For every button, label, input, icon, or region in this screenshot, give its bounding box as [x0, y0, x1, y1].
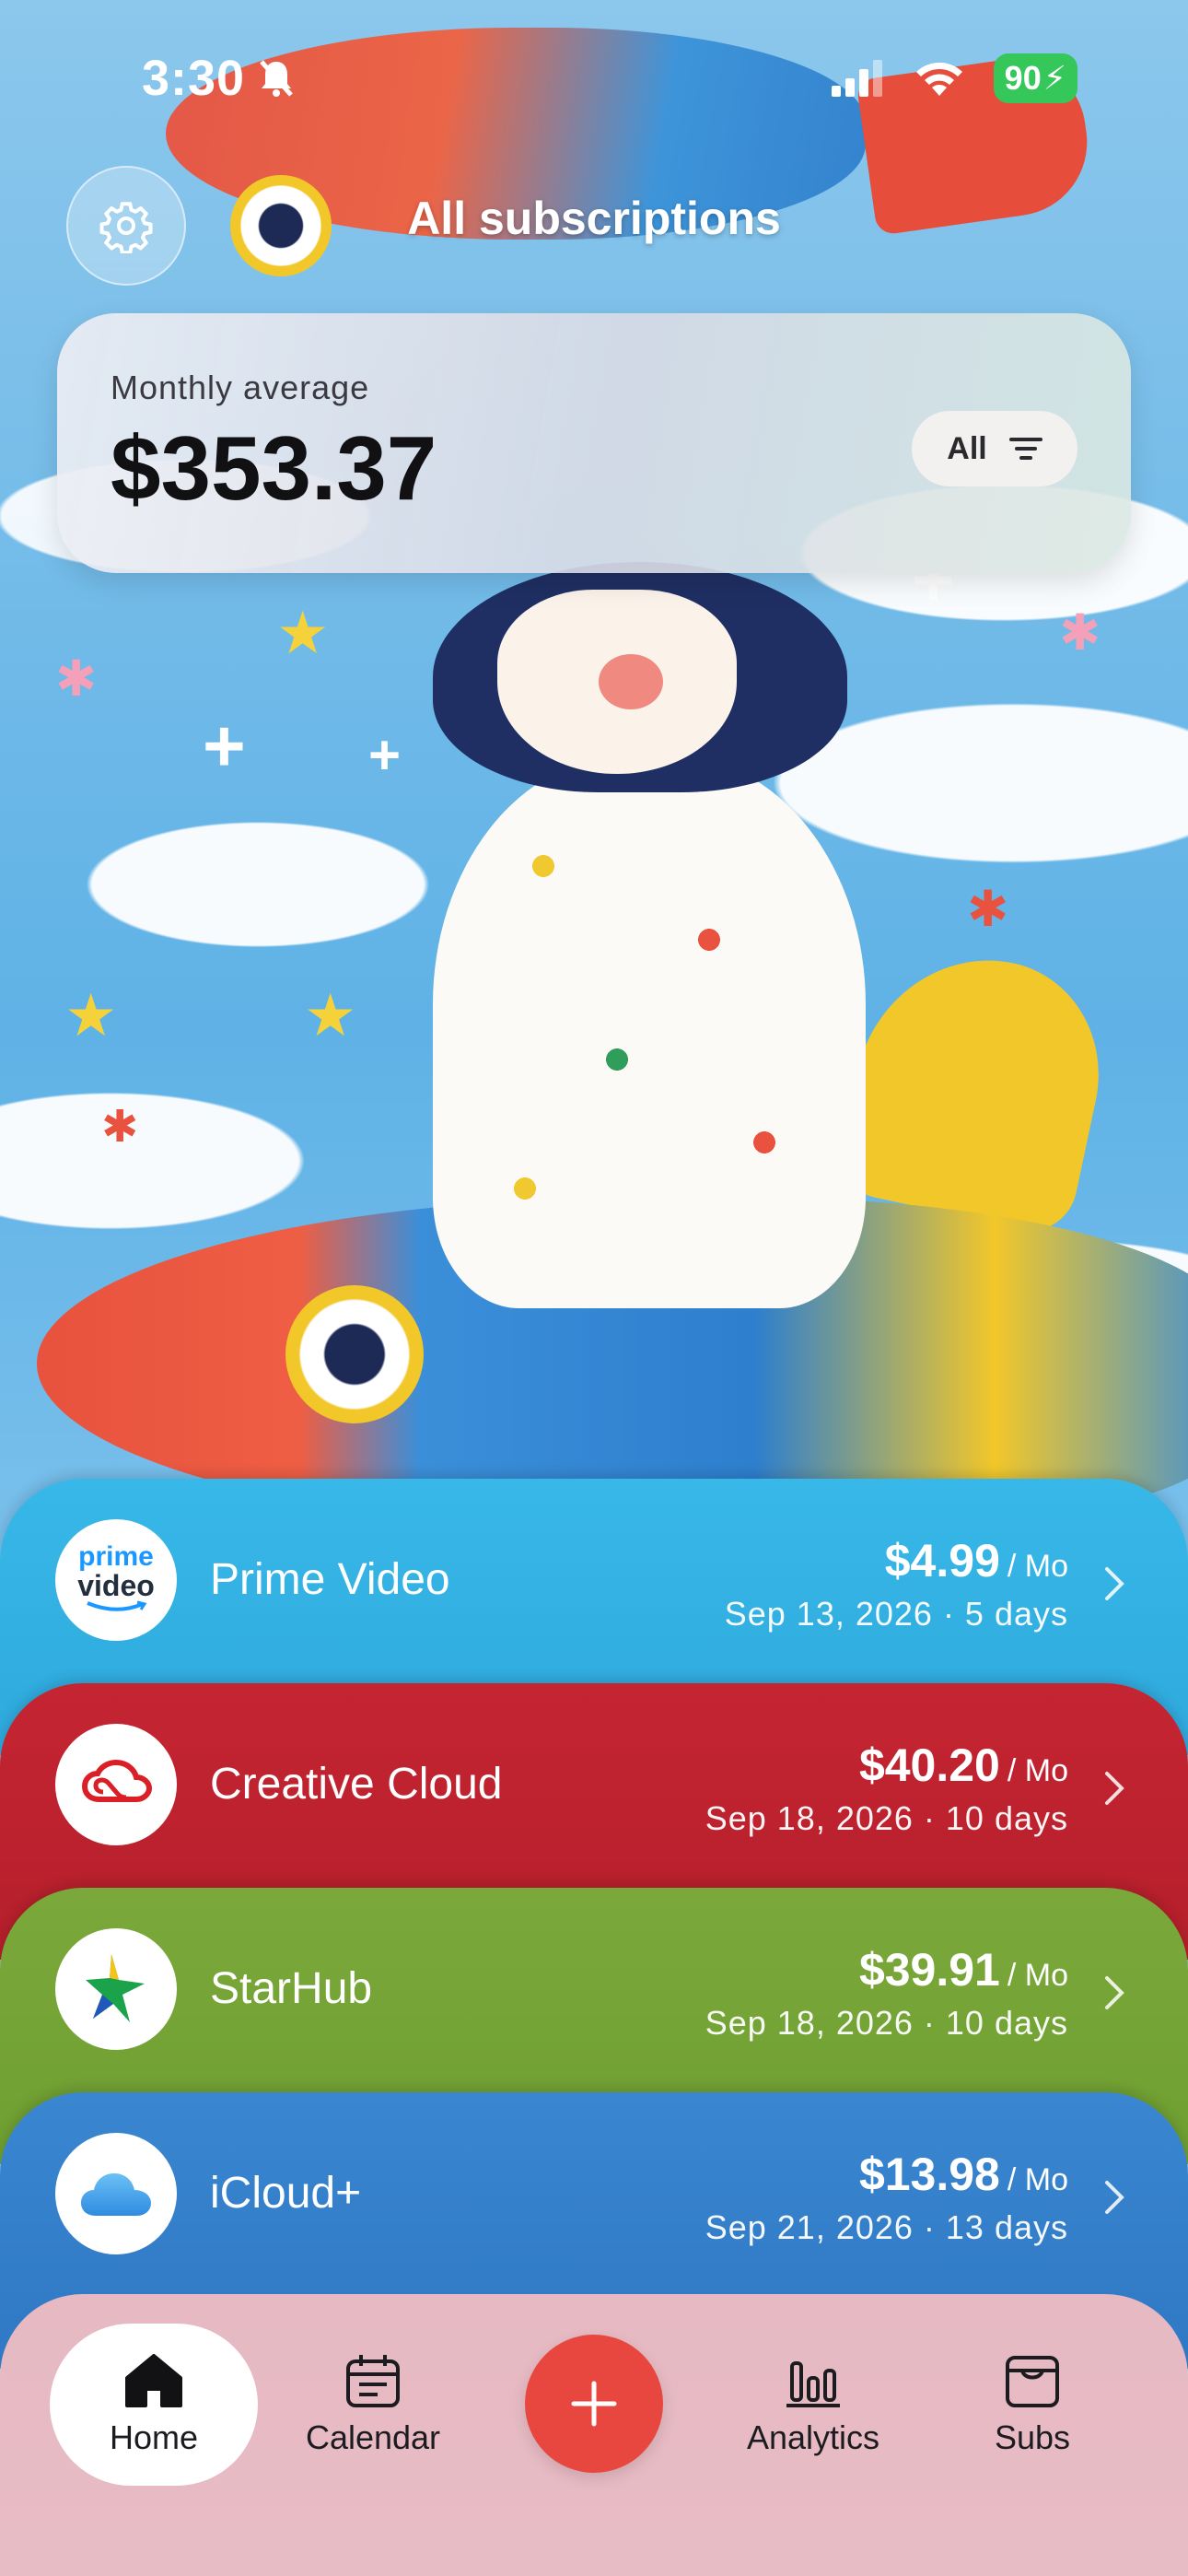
star-decoration: ✱ — [967, 882, 1009, 937]
subscription-price-row: $13.98 / Mo — [859, 2148, 1068, 2201]
tab-analytics-label: Analytics — [746, 2418, 880, 2456]
silent-mode-icon — [260, 60, 293, 97]
subscription-name: Prime Video — [210, 1555, 450, 1604]
battery-indicator: 90 ⚡ — [993, 53, 1077, 103]
subscription-price: $4.99 — [884, 1535, 1000, 1587]
cellular-signal-icon — [831, 60, 882, 97]
subscription-renewal-date: Sep 18, 2026 · 10 days — [705, 2004, 1068, 2042]
monthly-average-amount: $353.37 — [111, 417, 437, 519]
fish-eye-illustration-large — [285, 1285, 424, 1423]
filter-button[interactable]: All — [912, 411, 1077, 486]
tab-analytics[interactable]: Analytics — [709, 2324, 917, 2486]
status-time: 3:30 — [142, 50, 295, 107]
subscription-period: / Mo — [1007, 2162, 1068, 2197]
creative-cloud-icon — [81, 1759, 153, 1802]
subscription-period: / Mo — [1007, 1753, 1068, 1788]
battery-level: 90 — [1004, 59, 1042, 97]
home-icon — [125, 2354, 182, 2407]
subscription-price-row: $40.20 / Mo — [859, 1739, 1068, 1792]
video-logo-text: video — [77, 1569, 155, 1602]
tab-subs-label: Subs — [994, 2418, 1071, 2456]
amazon-smile-icon — [87, 1600, 147, 1611]
subscription-renewal-date: Sep 13, 2026 · 5 days — [724, 1595, 1068, 1633]
chevron-right-icon — [1096, 1761, 1133, 1816]
add-subscription-button[interactable] — [525, 2335, 663, 2473]
girl-coat-illustration — [433, 755, 866, 1308]
subscription-name: iCloud+ — [210, 2169, 362, 2218]
subscription-renewal-date: Sep 21, 2026 · 13 days — [705, 2208, 1068, 2246]
tab-calendar[interactable]: Calendar — [269, 2324, 477, 2486]
monthly-average-card: Monthly average $353.37 All — [57, 313, 1131, 573]
tab-home[interactable]: Home — [50, 2324, 258, 2486]
prime-video-logo: prime video — [55, 1519, 177, 1641]
sparkle-decoration: + — [368, 724, 402, 786]
icloud-logo — [55, 2133, 177, 2254]
subscription-name: Creative Cloud — [210, 1760, 503, 1809]
creative-cloud-logo — [55, 1724, 177, 1845]
star-decoration: ★ — [304, 982, 357, 1048]
status-bar: 3:30 90 ⚡ — [0, 0, 1188, 157]
wifi-icon — [915, 62, 962, 96]
calendar-icon — [346, 2355, 400, 2407]
prime-logo-text: prime — [78, 1541, 154, 1572]
girl-cheek-illustration — [599, 654, 663, 709]
cloud-icon — [81, 2173, 151, 2216]
tab-calendar-label: Calendar — [305, 2418, 441, 2456]
sparkle-decoration: + — [203, 705, 246, 787]
subscription-price-row: $4.99 / Mo — [885, 1534, 1068, 1587]
bottom-tab-bar: Home Calendar Analytics Subs — [0, 2294, 1188, 2576]
star-decoration: ★ — [64, 982, 118, 1048]
subscription-price: $39.91 — [858, 1944, 1000, 1996]
filter-lines-icon — [1008, 438, 1042, 460]
tab-home-label: Home — [109, 2418, 199, 2456]
monthly-average-label: Monthly average — [111, 369, 370, 406]
starhub-logo — [55, 1928, 177, 2050]
status-time-text: 3:30 — [142, 51, 246, 106]
plus-icon — [571, 2381, 617, 2427]
star-decoration: ✱ — [55, 651, 98, 707]
chevron-right-icon — [1096, 2170, 1133, 2225]
star-decoration: ★ — [276, 600, 330, 666]
subscription-renewal-date: Sep 18, 2026 · 10 days — [705, 1799, 1068, 1837]
star-decoration: ✱ — [101, 1103, 139, 1152]
filter-label: All — [947, 430, 987, 466]
subscription-price: $40.20 — [858, 1739, 1000, 1791]
fish-fin-illustration — [832, 936, 1121, 1238]
subscription-price: $13.98 — [858, 2149, 1000, 2200]
page-title: All subscriptions — [407, 193, 781, 244]
subscription-name: StarHub — [210, 1964, 373, 2013]
tab-subs[interactable]: Subs — [928, 2324, 1136, 2486]
subscription-price-row: $39.91 / Mo — [859, 1943, 1068, 1996]
chevron-right-icon — [1096, 1556, 1133, 1611]
chevron-right-icon — [1096, 1965, 1133, 2020]
inbox-icon — [1006, 2356, 1059, 2407]
subscription-period: / Mo — [1007, 1958, 1068, 1993]
subscription-period: / Mo — [1007, 1549, 1068, 1584]
starhub-star-icon — [86, 1954, 145, 2022]
star-decoration: ✱ — [1059, 605, 1101, 661]
status-indicators: 90 ⚡ — [830, 53, 1077, 103]
charging-bolt-icon: ⚡ — [1042, 59, 1066, 97]
bar-chart-icon — [786, 2361, 840, 2407]
